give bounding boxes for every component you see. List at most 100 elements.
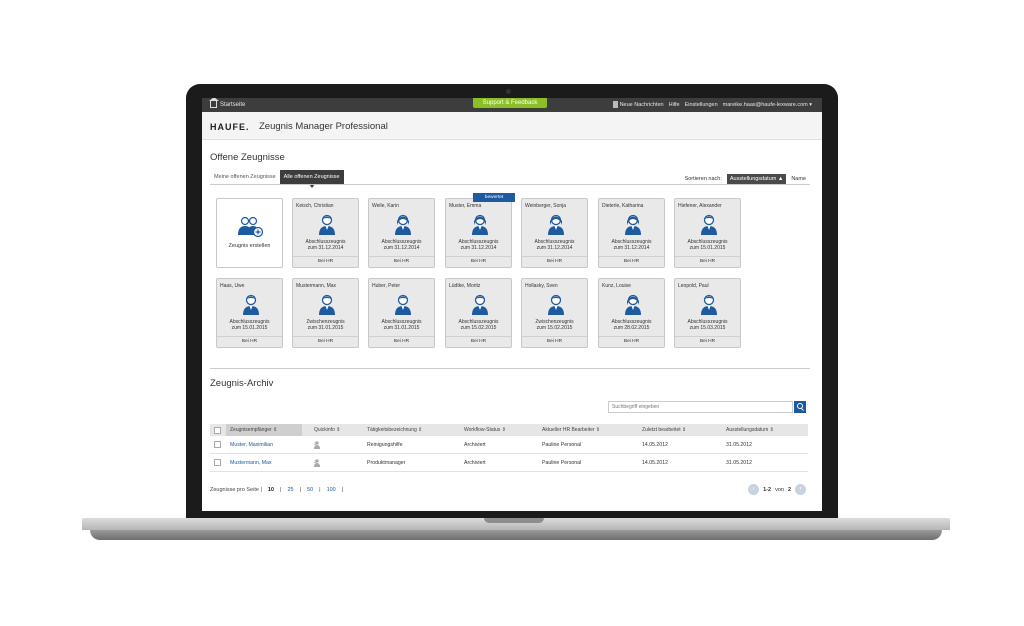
card-date: zum 28.02.2015 (613, 325, 650, 331)
card-name: Weile, Karin (372, 203, 399, 209)
card-date: zum 31.12.2014 (536, 245, 573, 251)
status-badge: bewertet (473, 193, 515, 202)
card-date: zum 15.01.2015 (689, 245, 726, 251)
per-page-label: Zeugnisse pro Seite | (210, 487, 262, 493)
certificate-card[interactable]: Huber, Peter Abschlusszeugnis zum 31.01.20… (368, 278, 435, 348)
person-icon (547, 213, 565, 235)
certificate-card[interactable]: Mustermann, Max Zwischenzeugnis zum 31.01.… (292, 278, 359, 348)
per-page-25[interactable]: 25 (287, 487, 293, 493)
col-recipient[interactable]: Zeugnisempfänger ⇕ (230, 427, 277, 433)
col-status[interactable]: Workflow-Status ⇕ (464, 427, 506, 433)
certificate-card[interactable]: Lüdtke, Moritz Abschlusszeugnis zum 15.02.… (445, 278, 512, 348)
app-screen: Startseite Support & Feedback Neue Nachr… (202, 98, 822, 511)
col-editor[interactable]: Aktueller HR Bearbeiter ⇕ (542, 427, 600, 433)
row-checkbox[interactable] (214, 459, 221, 466)
card-owner: Bei HR (522, 256, 587, 264)
editor-cell: Pauline Personal (542, 441, 582, 448)
certificate-card[interactable]: Weile, Karin Abschlusszeugnis zum 31.12.20… (368, 198, 435, 268)
col-quickinfo[interactable]: Quickinfo ⇕ (314, 427, 340, 433)
user-menu[interactable]: mareike.haas@haufe-lexware.com ▾ (723, 102, 812, 108)
card-name: Dieterle, Katharina (602, 203, 644, 209)
certificate-card[interactable]: Kunz, Louise Abschlusszeugnis zum 28.02.20… (598, 278, 665, 348)
top-nav: Neue Nachrichten Hilfe Einstellungen mar… (612, 101, 812, 108)
product-name: Zeugnis Manager Professional (259, 121, 388, 132)
open-tabs: Meine offenen Zeugnisse Alle offenen Zeu… (210, 170, 344, 188)
certificate-card[interactable]: Hiefener, Alexander Abschlusszeugnis zum 1… (674, 198, 741, 268)
status-cell: Archiviert (464, 459, 486, 466)
per-page-100[interactable]: 100 (327, 487, 336, 493)
person-icon (547, 293, 565, 315)
card-name: Muster, Emma (449, 203, 482, 209)
support-feedback-button[interactable]: Support & Feedback (473, 98, 547, 108)
archive-table: Zeugnisempfänger ⇕ Quickinfo ⇕ Tätigkeit… (210, 424, 808, 472)
recipient-link[interactable]: Mustermann, Max (230, 460, 272, 466)
certificate-card[interactable]: Hollasky, Sven Zwischenzeugnis zum 15.02.2… (521, 278, 588, 348)
card-date: zum 31.12.2014 (383, 245, 420, 251)
card-name: Kunz, Louise (602, 283, 631, 289)
card-name: Lüdtke, Moritz (449, 283, 481, 289)
help-link[interactable]: Hilfe (669, 102, 680, 108)
card-date: zum 15.01.2015 (231, 325, 268, 331)
sort-by-date-button[interactable]: Ausstellungsdatum ▲ (726, 174, 787, 184)
laptop-notch (484, 518, 544, 523)
quickinfo-cell[interactable]: 2 (314, 441, 320, 449)
divider (210, 184, 810, 185)
certificate-card[interactable]: Weinberger, Sonja Abschlusszeugnis zum 31.… (521, 198, 588, 268)
create-certificate-card[interactable]: Zeugnis erstellen (216, 198, 283, 268)
card-date: zum 31.12.2014 (460, 245, 497, 251)
col-issue-date[interactable]: Ausstellungsdatum ⇕ (726, 427, 774, 433)
home-link[interactable]: Startseite (209, 98, 246, 108)
haufe-logo: HAUFE. (210, 122, 250, 132)
person-icon (624, 293, 642, 315)
job-cell: Produktmanager (367, 459, 406, 466)
issue-date-cell: 31.05.2012 (726, 441, 752, 448)
last-edited-cell: 14.05.2012 (642, 459, 668, 466)
issue-date-cell: 31.05.2012 (726, 459, 752, 466)
card-name: Hiefener, Alexander (678, 203, 722, 209)
last-edited-cell: 14.05.2012 (642, 441, 668, 448)
col-last-edited[interactable]: Zuletzt bearbeitet ⇕ (642, 427, 686, 433)
create-label: Zeugnis erstellen (228, 243, 271, 249)
page-total: 2 (787, 486, 791, 493)
person-icon (471, 213, 489, 235)
table-header: Zeugnisempfänger ⇕ Quickinfo ⇕ Tätigkeit… (210, 424, 808, 436)
sort-controls: Sortieren nach: Ausstellungsdatum ▲ Name (685, 174, 806, 184)
prev-page-icon[interactable]: ‹ (748, 484, 760, 495)
certificate-card[interactable]: Leopold, Paul Abschlusszeugnis zum 15.03.2… (674, 278, 741, 348)
messages-link[interactable]: Neue Nachrichten (612, 101, 664, 108)
per-page-50[interactable]: 50 (307, 487, 313, 493)
certificate-card[interactable]: Dieterle, Katharina Abschlusszeugnis zum 3… (598, 198, 665, 268)
open-section-title: Offene Zeugnisse (210, 152, 285, 163)
settings-link[interactable]: Einstellungen (685, 102, 718, 108)
archive-search-input[interactable]: Suchbegriff eingeben (608, 401, 793, 413)
tab-all-open[interactable]: Alle offenen Zeugnisse (279, 170, 344, 188)
search-icon[interactable] (794, 401, 806, 413)
card-owner: Bei HR (675, 336, 740, 344)
archive-section-title: Zeugnis-Archiv (210, 378, 274, 389)
quickinfo-cell[interactable]: 2 (314, 459, 320, 467)
table-row[interactable]: Mustermann, Max 2 Produktmanager Archiviert… (210, 454, 808, 472)
editor-cell: Pauline Personal (542, 459, 582, 466)
card-owner: Bei HR (369, 336, 434, 344)
certificate-card[interactable]: Keisch, Christian Abschlusszeugnis zum 31.… (292, 198, 359, 268)
certificate-card[interactable]: bewertet Muster, Emma Abschlusszeugnis zum … (445, 193, 515, 268)
person-icon (471, 293, 489, 315)
page-range: 1-2 (763, 486, 772, 493)
table-row[interactable]: Muster, Maximilian 2 Reinigungshilfe Archiv… (210, 436, 808, 454)
row-checkbox[interactable] (214, 441, 221, 448)
sort-by-name-button[interactable]: Name (791, 176, 806, 182)
divider (210, 368, 810, 369)
certificate-card[interactable]: Haas, Uwe Abschlusszeugnis zum 15.01.2015 B… (216, 278, 283, 348)
per-page-10[interactable]: 10 (268, 487, 274, 493)
person-icon (394, 293, 412, 315)
add-person-icon (237, 215, 264, 238)
home-label: Startseite (220, 101, 246, 108)
pagination: ‹ 1-2 von 2 › (748, 484, 806, 495)
col-job[interactable]: Tätigkeitsbezeichnung ⇕ (367, 427, 422, 433)
laptop-base-bottom (90, 530, 942, 540)
select-all-checkbox[interactable] (214, 426, 221, 434)
tab-my-open[interactable]: Meine offenen Zeugnisse (210, 170, 280, 184)
recipient-link[interactable]: Muster, Maximilian (230, 442, 273, 448)
status-cell: Archiviert (464, 441, 486, 448)
next-page-icon[interactable]: › (795, 484, 806, 495)
